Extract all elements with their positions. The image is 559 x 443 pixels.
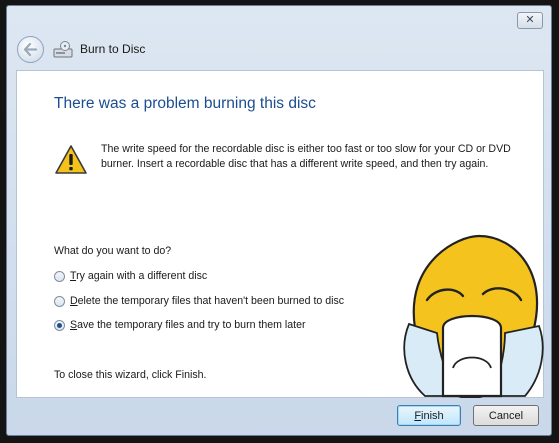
close-button[interactable]: ✕ [517, 12, 543, 29]
wizard-header: Burn to Disc [7, 32, 551, 70]
wizard-window: ✕ Burn to Disc There was a problem burni… [6, 5, 552, 436]
option-label: Try again with a different disc [70, 270, 208, 282]
question-label: What do you want to do? [54, 245, 172, 257]
option-save-temp-files[interactable]: Save the temporary files and try to burn… [54, 319, 306, 331]
window-title: Burn to Disc [80, 42, 146, 56]
error-message: The write speed for the recordable disc … [101, 143, 511, 170]
option-delete-temp-files[interactable]: Delete the temporary files that haven't … [54, 295, 344, 307]
close-icon: ✕ [525, 14, 535, 26]
finish-button[interactable]: Finish [397, 405, 461, 426]
cancel-button[interactable]: Cancel [473, 405, 539, 426]
wizard-content: There was a problem burning this disc Th… [16, 70, 544, 398]
radio-try-again[interactable] [54, 270, 65, 282]
option-label: Delete the temporary files that haven't … [70, 295, 345, 307]
radio-delete-temp-files[interactable] [54, 295, 65, 307]
option-label: Save the temporary files and try to burn… [70, 319, 306, 331]
close-hint: To close this wizard, click Finish. [54, 369, 207, 381]
radio-save-temp-files[interactable] [54, 319, 65, 331]
warning-icon [55, 145, 87, 174]
page-heading: There was a problem burning this disc [54, 95, 316, 112]
back-button[interactable] [17, 36, 44, 63]
disc-burner-icon [53, 41, 73, 58]
back-arrow-icon [23, 43, 38, 56]
option-try-again[interactable]: Try again with a different disc [54, 270, 207, 282]
wizard-footer: Finish Cancel [7, 398, 551, 436]
crying-face-icon [403, 234, 544, 398]
